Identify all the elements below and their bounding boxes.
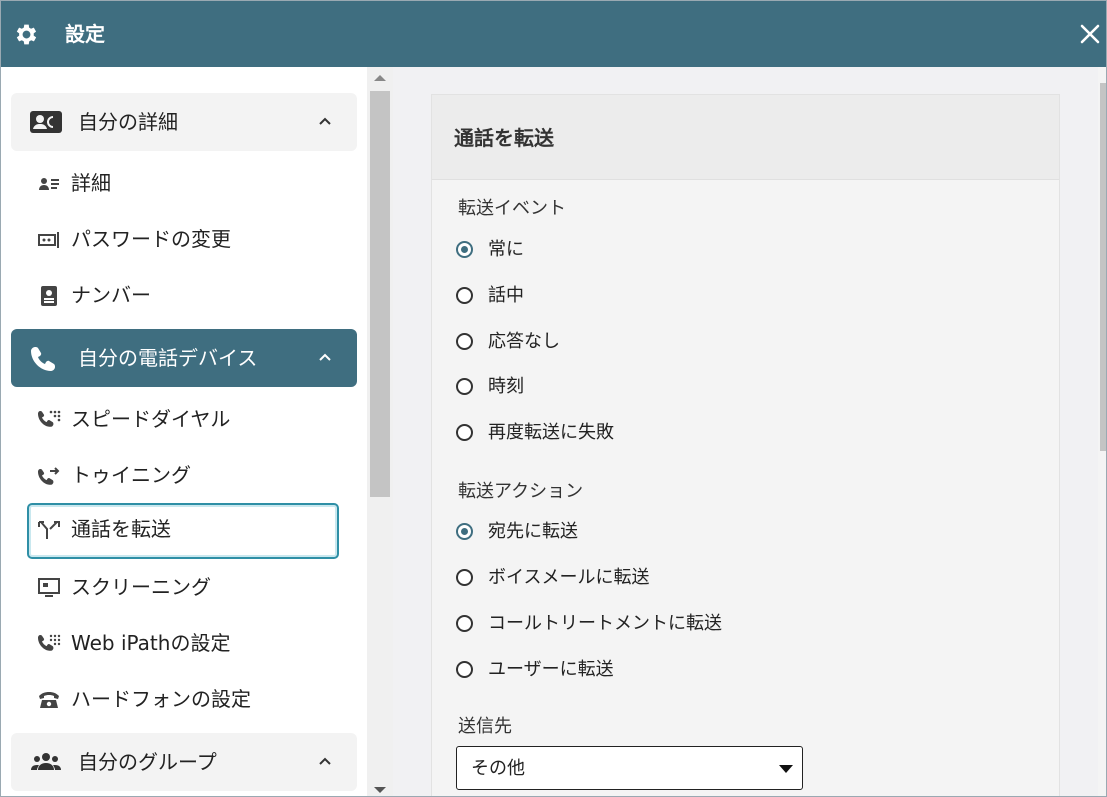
sidebar-item-label: 詳細 <box>71 171 111 195</box>
phone-forward-icon <box>38 467 60 485</box>
sidebar-item-label: スピードダイヤル <box>71 407 231 431</box>
chevron-up-icon <box>319 117 331 125</box>
radio-button[interactable] <box>456 424 473 441</box>
forward-event-label: 転送イベント <box>458 198 566 219</box>
sidebar-group-label: 自分のグループ <box>78 750 217 774</box>
radio-label: 応答なし <box>488 331 560 352</box>
close-icon[interactable] <box>1078 22 1102 46</box>
card-title: 通話を転送 <box>454 126 554 150</box>
event-option-no-answer[interactable]: 応答なし <box>456 328 856 356</box>
scrollbar-thumb[interactable] <box>370 91 390 497</box>
radio-button[interactable] <box>456 523 473 540</box>
action-option-voicemail[interactable]: ボイスメールに転送 <box>456 564 856 592</box>
sidebar-item-label: パスワードの変更 <box>71 227 231 251</box>
content-scrollbar[interactable] <box>1098 67 1106 796</box>
radio-label: ユーザーに転送 <box>488 659 614 680</box>
event-option-time[interactable]: 時刻 <box>456 373 856 401</box>
sidebar-group-my-phone-devices[interactable]: 自分の電話デバイス <box>11 329 357 387</box>
radio-button[interactable] <box>456 378 473 395</box>
badge-icon <box>41 286 57 306</box>
title-bar: 設定 <box>1 1 1106 67</box>
sidebar-item-label: ハードフォンの設定 <box>71 687 251 711</box>
action-option-call-treatment[interactable]: コールトリートメントに転送 <box>456 610 856 638</box>
radio-label: ボイスメールに転送 <box>488 567 650 588</box>
caret-down-icon <box>779 765 793 773</box>
radio-label: 再度転送に失敗 <box>488 422 614 443</box>
scrollbar-thumb[interactable] <box>1100 83 1106 451</box>
radio-button[interactable] <box>456 241 473 258</box>
window-title: 設定 <box>65 22 105 46</box>
action-option-destination[interactable]: 宛先に転送 <box>456 518 856 546</box>
sidebar-item-call-forward[interactable]: 通話を転送 <box>27 503 339 559</box>
sidebar-item-change-password[interactable]: パスワードの変更 <box>27 213 339 265</box>
sidebar-group-my-details[interactable]: 自分の詳細 <box>11 93 357 151</box>
radio-button[interactable] <box>456 287 473 304</box>
sidebar-group-label: 自分の電話デバイス <box>78 346 258 370</box>
settings-window: 設定 自分の詳細 詳細 パスワードの変更 ナンバー 自分の電話デバイス スピード… <box>0 0 1107 797</box>
dialpad-phone-icon <box>38 634 61 651</box>
chevron-up-icon <box>319 757 331 765</box>
sidebar-item-label: スクリーニング <box>71 575 211 599</box>
sidebar-group-my-groups[interactable]: 自分のグループ <box>11 733 357 791</box>
radio-label: コールトリートメントに転送 <box>488 613 722 634</box>
sidebar-item-twinning[interactable]: トゥイニング <box>27 449 339 501</box>
call-forward-card: 通話を転送 転送イベント 常に 話中 応答なし 時刻 再度転送に失敗 転送アクシ… <box>431 94 1060 796</box>
group-icon <box>31 753 61 770</box>
radio-button[interactable] <box>456 569 473 586</box>
sidebar-item-label: ナンバー <box>71 283 151 307</box>
action-option-user[interactable]: ユーザーに転送 <box>456 656 856 684</box>
phone-icon <box>31 347 55 371</box>
sidebar-item-screening[interactable]: スクリーニング <box>27 561 339 613</box>
sidebar-item-web-ipath-settings[interactable]: Web iPathの設定 <box>27 617 339 669</box>
main-content: 通話を転送 転送イベント 常に 話中 応答なし 時刻 再度転送に失敗 転送アクシ… <box>393 67 1106 796</box>
contact-card-icon <box>30 111 62 133</box>
sidebar-group-label: 自分の詳細 <box>78 110 178 134</box>
sidebar-item-number[interactable]: ナンバー <box>27 269 339 321</box>
password-icon <box>38 232 59 248</box>
sidebar-item-details[interactable]: 詳細 <box>27 157 339 209</box>
destination-select[interactable]: その他 <box>456 746 803 790</box>
sidebar-item-hardphone-settings[interactable]: ハードフォンの設定 <box>27 673 339 725</box>
scroll-up-arrow-icon[interactable] <box>374 75 386 81</box>
sidebar-item-label: Web iPathの設定 <box>71 631 231 655</box>
radio-label: 時刻 <box>488 376 524 397</box>
sidebar-item-label: 通話を転送 <box>71 517 171 541</box>
destination-select-value: その他 <box>471 758 525 779</box>
screen-icon <box>38 578 60 597</box>
call-split-icon <box>38 521 60 539</box>
event-option-retry-failed[interactable]: 再度転送に失敗 <box>456 419 856 447</box>
sidebar-item-speed-dial[interactable]: スピードダイヤル <box>27 393 339 445</box>
desk-phone-icon <box>39 692 59 708</box>
scroll-down-arrow-icon[interactable] <box>374 787 386 793</box>
destination-label: 送信先 <box>458 716 512 737</box>
radio-label: 宛先に転送 <box>488 521 578 542</box>
radio-button[interactable] <box>456 615 473 632</box>
forward-action-label: 転送アクション <box>458 481 584 502</box>
speed-dial-icon <box>38 410 61 427</box>
radio-label: 常に <box>488 239 524 260</box>
radio-button[interactable] <box>456 333 473 350</box>
user-details-icon <box>39 178 59 190</box>
sidebar-scrollbar[interactable] <box>367 67 393 796</box>
chevron-up-icon <box>319 353 331 361</box>
gear-icon <box>16 24 37 45</box>
radio-label: 話中 <box>488 285 524 306</box>
event-option-busy[interactable]: 話中 <box>456 282 856 310</box>
radio-button[interactable] <box>456 661 473 678</box>
card-header: 通話を転送 <box>432 95 1059 180</box>
sidebar-nav: 自分の詳細 詳細 パスワードの変更 ナンバー 自分の電話デバイス スピードダイヤ… <box>1 67 367 796</box>
event-option-always[interactable]: 常に <box>456 236 856 264</box>
sidebar-item-label: トゥイニング <box>71 463 191 487</box>
